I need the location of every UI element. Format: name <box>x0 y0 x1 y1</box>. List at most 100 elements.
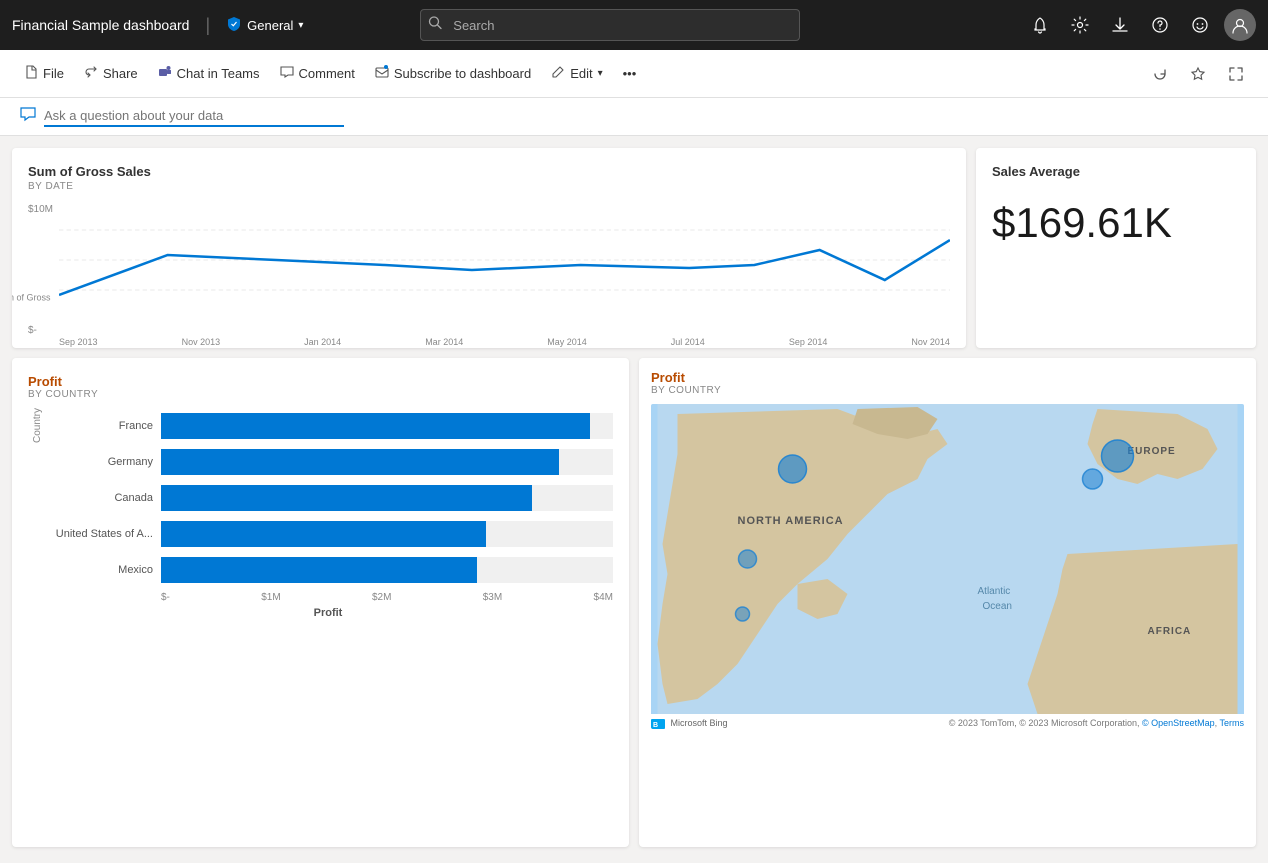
x-label-3: Mar 2014 <box>425 337 463 347</box>
map-svg: NORTH AMERICA EUROPE AFRICA Atlantic Oce… <box>651 404 1244 714</box>
x-label-2: Jan 2014 <box>304 337 341 347</box>
share-button[interactable]: Share <box>76 60 146 87</box>
map-background: NORTH AMERICA EUROPE AFRICA Atlantic Oce… <box>651 404 1244 714</box>
terms-link[interactable]: Terms <box>1220 718 1245 728</box>
gross-sales-subtitle: BY DATE <box>28 181 950 192</box>
x-label-1: Nov 2013 <box>182 337 221 347</box>
europe-label: EUROPE <box>1128 446 1176 457</box>
chat-teams-button[interactable]: Chat in Teams <box>150 60 268 87</box>
help-button[interactable] <box>1144 9 1176 41</box>
search-input[interactable] <box>420 9 800 41</box>
search-container <box>420 9 800 41</box>
profit-map-title: Profit <box>651 370 1244 385</box>
search-icon <box>428 16 442 35</box>
bar-fill-mexico <box>161 557 477 583</box>
top-charts-row: Sum of Gross Sales BY DATE $10M $- Sum o… <box>12 148 1256 348</box>
map-container: NORTH AMERICA EUROPE AFRICA Atlantic Oce… <box>651 404 1244 729</box>
svg-text:B: B <box>653 722 658 729</box>
edit-icon <box>551 65 565 82</box>
x-label-5: Jul 2014 <box>671 337 705 347</box>
gross-sales-title: Sum of Gross Sales <box>28 164 950 179</box>
profit-bar-chart-card: Profit BY COUNTRY Country France Germany <box>12 358 629 847</box>
notification-button[interactable] <box>1024 9 1056 41</box>
subscribe-button[interactable]: Subscribe to dashboard <box>367 60 539 87</box>
sales-avg-title: Sales Average <box>992 164 1240 179</box>
profit-bar-title: Profit <box>28 374 613 389</box>
y-label-bottom: $- <box>28 325 53 336</box>
atlantic-label: Atlantic <box>978 586 1011 597</box>
map-footer-right: © 2023 TomTom, © 2023 Microsoft Corporat… <box>949 718 1244 729</box>
comment-button[interactable]: Comment <box>272 60 363 87</box>
toolbar: File Share Chat in Teams Comment <box>0 50 1268 98</box>
settings-button[interactable] <box>1064 9 1096 41</box>
bar-label-usa: United States of A... <box>43 528 153 540</box>
bar-x-title: Profit <box>43 607 613 619</box>
profit-map-subtitle: BY COUNTRY <box>651 385 1244 396</box>
bar-fill-canada <box>161 485 532 511</box>
bubble-us-west <box>739 550 757 568</box>
workspace-dropdown-icon[interactable]: ▾ <box>298 20 303 31</box>
openstreetmap-link[interactable]: © OpenStreetMap <box>1142 718 1215 728</box>
gross-sales-card: Sum of Gross Sales BY DATE $10M $- Sum o… <box>12 148 966 348</box>
qna-icon <box>20 106 36 127</box>
sales-avg-value: $169.61K <box>992 199 1240 247</box>
x-axis-labels: Sep 2013 Nov 2013 Jan 2014 Mar 2014 May … <box>59 337 950 347</box>
bar-row-mexico: Mexico <box>43 552 613 588</box>
x-tick-2: $2M <box>372 592 391 603</box>
bar-label-canada: Canada <box>43 492 153 504</box>
refresh-button[interactable] <box>1144 58 1176 90</box>
bottom-charts-row: Profit BY COUNTRY Country France Germany <box>12 358 1256 847</box>
comment-icon <box>280 65 294 82</box>
more-button[interactable]: ••• <box>615 61 645 86</box>
top-navigation: Financial Sample dashboard | General ▾ <box>0 0 1268 50</box>
bar-fill-usa <box>161 521 486 547</box>
app-title: Financial Sample dashboard <box>12 17 189 33</box>
download-button[interactable] <box>1104 9 1136 41</box>
x-label-0: Sep 2013 <box>59 337 98 347</box>
edit-button[interactable]: Edit ▾ <box>543 60 610 87</box>
bar-track-canada <box>161 485 613 511</box>
x-label-6: Sep 2014 <box>789 337 828 347</box>
file-button[interactable]: File <box>16 60 72 87</box>
qna-input[interactable] <box>44 106 344 127</box>
africa-label: AFRICA <box>1148 626 1192 637</box>
bubble-europe-main <box>1102 440 1134 472</box>
share-icon <box>84 65 98 82</box>
bar-row-france: France <box>43 408 613 444</box>
toolbar-right-actions <box>1144 58 1252 90</box>
map-footer: B Microsoft Bing © 2023 TomTom, © 2023 M… <box>651 718 1244 729</box>
qna-bar <box>0 98 1268 136</box>
feedback-button[interactable] <box>1184 9 1216 41</box>
nav-icon-group <box>1024 9 1256 41</box>
bar-track-mexico <box>161 557 613 583</box>
map-footer-left: B Microsoft Bing <box>651 718 728 729</box>
bar-track-germany <box>161 449 613 475</box>
workspace-badge[interactable]: General ▾ <box>226 16 303 35</box>
bing-logo-icon: B <box>651 719 665 729</box>
edit-dropdown-icon: ▾ <box>598 68 603 79</box>
ocean-label: Ocean <box>983 601 1012 612</box>
sales-average-card: Sales Average $169.61K <box>976 148 1256 348</box>
north-america-label: NORTH AMERICA <box>738 515 844 527</box>
bubble-mexico <box>736 607 750 621</box>
x-label-4: May 2014 <box>547 337 587 347</box>
profit-map-card: Profit BY COUNTRY <box>639 358 1256 847</box>
user-avatar[interactable] <box>1224 9 1256 41</box>
dashboard-container: Sum of Gross Sales BY DATE $10M $- Sum o… <box>0 136 1268 859</box>
bar-label-germany: Germany <box>43 456 153 468</box>
fullscreen-button[interactable] <box>1220 58 1252 90</box>
bar-x-axis: $- $1M $2M $3M $4M <box>161 592 613 603</box>
bar-label-mexico: Mexico <box>43 564 153 576</box>
bar-y-axis-label: Country <box>28 408 43 443</box>
favorite-button[interactable] <box>1182 58 1214 90</box>
bar-track-france <box>161 413 613 439</box>
workspace-name: General <box>247 18 293 33</box>
bar-track-usa <box>161 521 613 547</box>
file-icon <box>24 65 38 82</box>
nav-divider: | <box>205 15 210 36</box>
profit-bar-subtitle: BY COUNTRY <box>28 389 613 400</box>
bubble-europe-secondary <box>1083 469 1103 489</box>
bar-fill-germany <box>161 449 559 475</box>
y-label-top: $10M <box>28 204 53 215</box>
subscribe-icon <box>375 65 389 82</box>
